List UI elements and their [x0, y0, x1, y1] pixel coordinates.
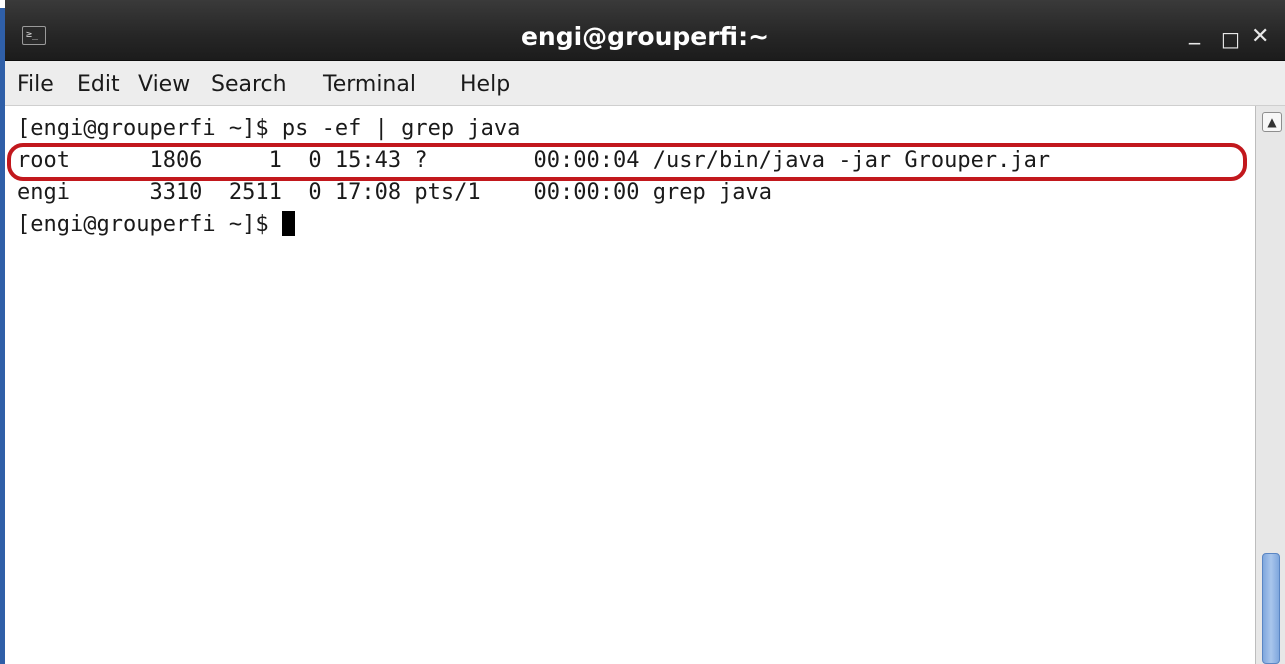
- menu-terminal[interactable]: Terminal: [323, 71, 416, 99]
- minimize-button[interactable]: _: [1189, 18, 1200, 48]
- maximize-button[interactable]: □: [1221, 24, 1240, 54]
- window-title: engi@grouperfi:~: [520, 22, 770, 51]
- menu-help[interactable]: Help: [460, 71, 510, 99]
- menu-view[interactable]: View: [138, 71, 190, 99]
- text-cursor: [281, 211, 295, 236]
- terminal-line-java-process: root 1806 1 0 15:43 ? 00:00:04 /usr/bin/…: [17, 148, 1051, 173]
- prompt-text: [engi@grouperfi ~]$: [17, 212, 282, 237]
- menu-edit[interactable]: Edit: [77, 71, 120, 99]
- terminal-window: ≥_ engi@grouperfi:~ _ □ ✕ File Edit View…: [0, 0, 1285, 664]
- menu-search[interactable]: Search: [211, 71, 287, 99]
- scroll-up-arrow-icon[interactable]: ▲: [1262, 112, 1282, 132]
- title-bar[interactable]: ≥_ engi@grouperfi:~ _ □ ✕: [5, 0, 1285, 61]
- menu-file[interactable]: File: [17, 71, 54, 99]
- menu-bar: File Edit View Search Terminal Help: [5, 61, 1285, 106]
- close-button[interactable]: ✕: [1251, 22, 1269, 52]
- vertical-scrollbar[interactable]: ▲: [1255, 106, 1285, 664]
- scroll-thumb[interactable]: [1262, 553, 1280, 664]
- terminal-line-command: [engi@grouperfi ~]$ ps -ef | grep java: [17, 116, 521, 141]
- terminal-line-grep-process: engi 3310 2511 0 17:08 pts/1 00:00:00 gr…: [17, 180, 772, 205]
- terminal-output[interactable]: [engi@grouperfi ~]$ ps -ef | grep java r…: [5, 106, 1255, 664]
- terminal-line-prompt: [engi@grouperfi ~]$: [17, 210, 295, 240]
